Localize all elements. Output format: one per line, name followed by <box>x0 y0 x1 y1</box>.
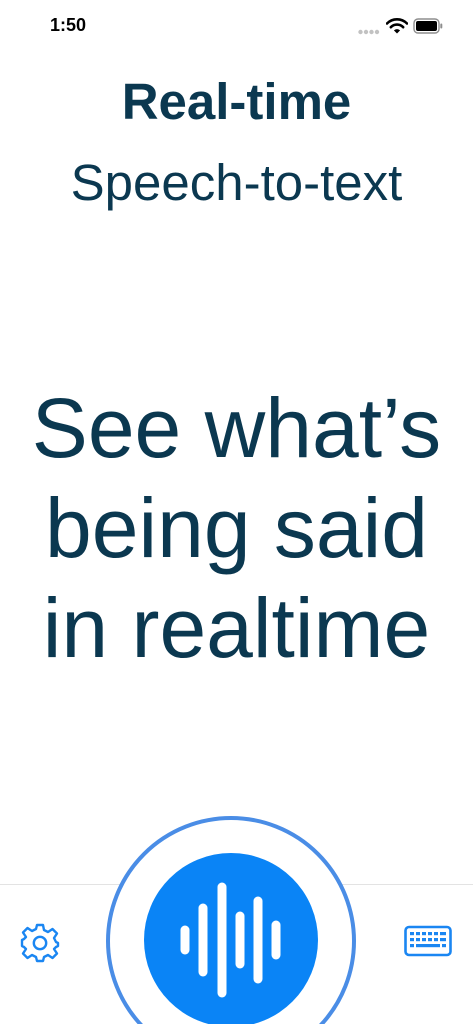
page-subtitle: Speech-to-text <box>70 154 403 211</box>
headline: See what’s being said in realtime <box>0 378 473 678</box>
battery-icon <box>413 18 443 34</box>
gear-icon <box>20 923 60 963</box>
headline-line: being said <box>45 481 428 575</box>
signal-icon <box>358 29 380 35</box>
keyboard-button[interactable] <box>404 925 452 957</box>
wifi-icon <box>386 18 408 34</box>
app-screen: 1:50 Real-time Speech-to-text See what’s… <box>0 0 473 1024</box>
headline-line: See what’s <box>31 381 442 475</box>
waveform-icon <box>180 882 281 998</box>
status-bar: 1:50 <box>0 0 473 54</box>
settings-button[interactable] <box>19 922 61 964</box>
keyboard-icon <box>404 925 452 957</box>
status-time: 1:50 <box>50 15 87 35</box>
mic-button[interactable] <box>144 853 318 1024</box>
headline-line: in realtime <box>42 581 431 675</box>
page-title: Real-time <box>121 73 352 130</box>
